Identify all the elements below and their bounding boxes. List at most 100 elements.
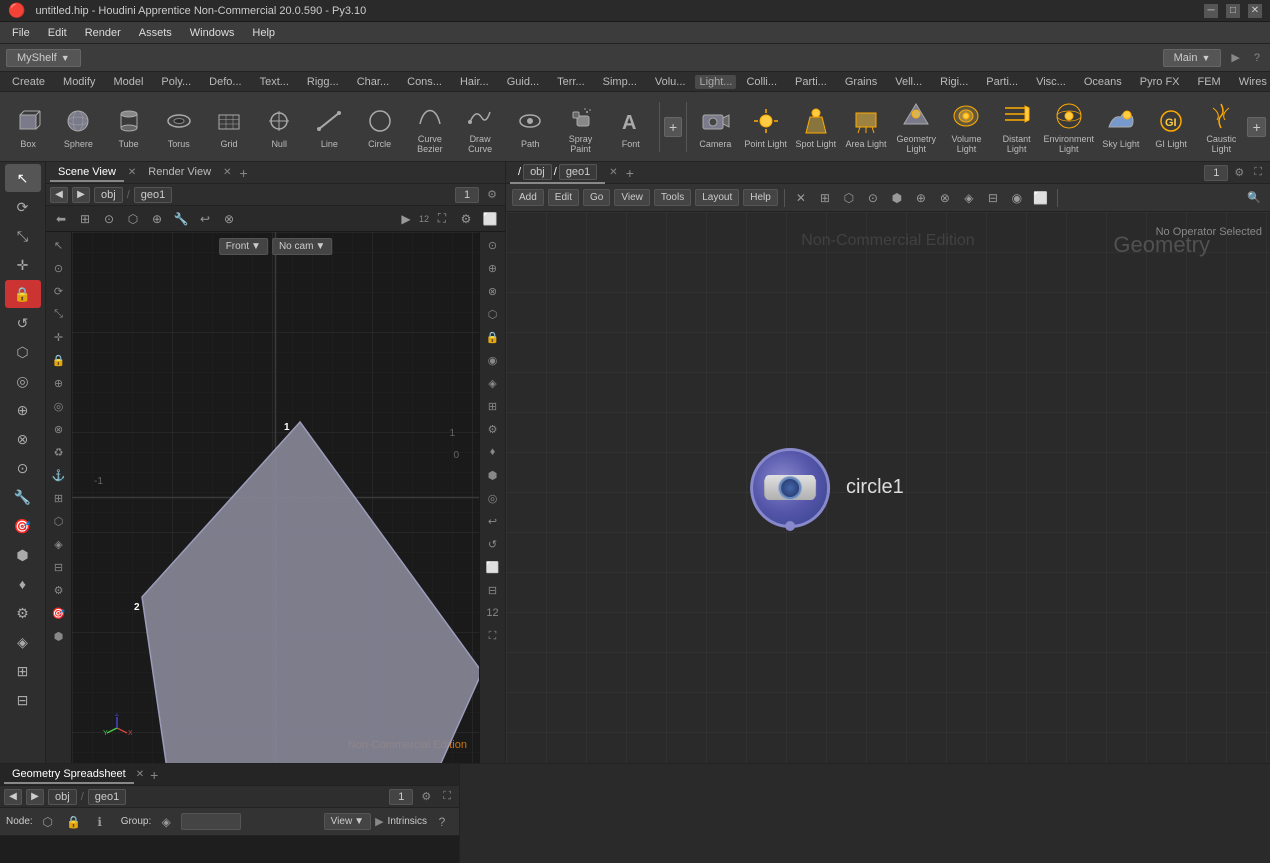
- help-icon[interactable]: ?: [1250, 52, 1264, 64]
- scene-ltool-13[interactable]: ⬡: [48, 510, 70, 532]
- geom-tab-close[interactable]: ✕: [134, 769, 146, 780]
- add-panel-tab[interactable]: +: [235, 165, 251, 181]
- group-input[interactable]: [181, 813, 241, 830]
- tab-render-view[interactable]: Render View: [140, 164, 219, 182]
- intrinsics-arrow[interactable]: ▶: [375, 815, 383, 828]
- tool-geometry-light[interactable]: Geometry Light: [892, 95, 940, 159]
- rt-help-btn[interactable]: Help: [743, 189, 778, 206]
- scene-back-btn[interactable]: ◀: [50, 187, 68, 203]
- view-dropdown[interactable]: View ▼: [324, 813, 371, 830]
- scene-ltool-6[interactable]: 🔒: [48, 349, 70, 371]
- scene-ltool-7[interactable]: ⊕: [48, 372, 70, 394]
- tool-environment-light[interactable]: Environment Light: [1043, 95, 1095, 159]
- scene-ltool-11[interactable]: ⚓: [48, 464, 70, 486]
- sidebar-tool-8[interactable]: ⊕: [5, 396, 41, 424]
- rt-edit-btn[interactable]: Edit: [548, 189, 579, 206]
- tool-circle[interactable]: Circle: [356, 95, 404, 159]
- toolbar-add-btn-2[interactable]: +: [1247, 117, 1266, 137]
- rt-icon-5[interactable]: ⬢: [887, 188, 907, 208]
- sidebar-tool-13[interactable]: ⬢: [5, 541, 41, 569]
- geom-settings-icon[interactable]: ⚙: [417, 788, 435, 805]
- shelf-tab-vell[interactable]: Vell...: [887, 75, 930, 89]
- scene-rtool-17[interactable]: 12: [482, 602, 504, 624]
- scene-rtool-11[interactable]: ⬢: [482, 464, 504, 486]
- node-connect-dot[interactable]: [785, 521, 795, 531]
- sv-icon-2[interactable]: ⊞: [74, 209, 96, 229]
- rt-icon-7[interactable]: ⊗: [935, 188, 955, 208]
- shelf-tab-defo[interactable]: Defo...: [201, 75, 249, 89]
- sidebar-transform-tool[interactable]: ✛: [5, 251, 41, 279]
- shelf-tab-parti[interactable]: Parti...: [787, 75, 835, 89]
- tool-point-light[interactable]: Point Light: [741, 95, 789, 159]
- scene-ltool-5[interactable]: ✛: [48, 326, 70, 348]
- sv-icon-8[interactable]: ⊗: [218, 209, 240, 229]
- scene-rtool-7[interactable]: ◈: [482, 372, 504, 394]
- scene-rtool-9[interactable]: ⚙: [482, 418, 504, 440]
- shelf-tab-hair[interactable]: Hair...: [452, 75, 497, 89]
- sidebar-tool-9[interactable]: ⊗: [5, 425, 41, 453]
- shelf-tab-parti2[interactable]: Parti...: [978, 75, 1026, 89]
- tab-scene-view[interactable]: Scene View: [50, 164, 124, 182]
- toolbar-add-btn-1[interactable]: +: [664, 117, 683, 137]
- rt-layout-btn[interactable]: Layout: [695, 189, 739, 206]
- shelf-tab-model[interactable]: Model: [105, 75, 151, 89]
- tool-draw-curve[interactable]: Draw Curve: [456, 95, 504, 159]
- scene-view-tab-close[interactable]: ✕: [126, 167, 138, 178]
- scene-rtool-10[interactable]: ♦: [482, 441, 504, 463]
- rt-go-btn[interactable]: Go: [583, 189, 610, 206]
- tool-volume-light[interactable]: Volume Light: [942, 95, 990, 159]
- rt-icon-4[interactable]: ⊙: [863, 188, 883, 208]
- tool-box[interactable]: Box: [4, 95, 52, 159]
- menu-render[interactable]: Render: [77, 25, 129, 41]
- scene-ltool-4[interactable]: ⤡: [48, 303, 70, 325]
- scene-rtool-1[interactable]: ⊙: [482, 234, 504, 256]
- sv-collapse[interactable]: ⬜: [479, 209, 501, 229]
- view-mode-button[interactable]: Front ▼: [219, 238, 268, 255]
- circle1-node[interactable]: circle1: [750, 448, 904, 528]
- sv-icon-5[interactable]: ⊕: [146, 209, 168, 229]
- right-path-geo[interactable]: geo1: [559, 164, 597, 180]
- scene-settings-icon[interactable]: ⚙: [483, 186, 501, 203]
- shelf-tab-volu[interactable]: Volu...: [647, 75, 694, 89]
- menu-assets[interactable]: Assets: [131, 25, 180, 41]
- sv-icon-3[interactable]: ⊙: [98, 209, 120, 229]
- sidebar-lock-icon[interactable]: 🔒: [5, 280, 41, 308]
- maximize-button[interactable]: □: [1226, 4, 1240, 18]
- scene-rtool-5[interactable]: 🔒: [482, 326, 504, 348]
- node-lock-btn[interactable]: 🔒: [63, 812, 85, 832]
- scene-viewport[interactable]: 1 2 3 4 Front ▼ No cam ▼: [72, 232, 479, 763]
- rt-add-btn[interactable]: Add: [512, 189, 544, 206]
- rt-icon-2[interactable]: ⊞: [815, 188, 835, 208]
- tool-camera[interactable]: Camera: [691, 95, 739, 159]
- sidebar-tool-14[interactable]: ♦: [5, 570, 41, 598]
- rt-icon-3[interactable]: ⬡: [839, 188, 859, 208]
- rt-icon-6[interactable]: ⊕: [911, 188, 931, 208]
- shelf-tab-light[interactable]: Light...: [695, 75, 736, 89]
- close-button[interactable]: ✕: [1248, 4, 1262, 18]
- scene-ltool-8[interactable]: ◎: [48, 395, 70, 417]
- tool-line[interactable]: Line: [305, 95, 353, 159]
- render-view-tab-close[interactable]: ✕: [221, 167, 233, 178]
- tool-caustic-light[interactable]: Caustic Light: [1197, 95, 1245, 159]
- sv-icon-right[interactable]: ▶: [395, 209, 417, 229]
- camera-button[interactable]: No cam ▼: [272, 238, 332, 255]
- scene-rtool-8[interactable]: ⊞: [482, 395, 504, 417]
- tool-area-light[interactable]: Area Light: [842, 95, 890, 159]
- scene-rtool-4[interactable]: ⬡: [482, 303, 504, 325]
- minimize-button[interactable]: ─: [1204, 4, 1218, 18]
- rt-icon-8[interactable]: ◈: [959, 188, 979, 208]
- shelf-tab-guid[interactable]: Guid...: [499, 75, 547, 89]
- geom-fwd-btn[interactable]: ▶: [26, 789, 44, 805]
- scene-ltool-10[interactable]: ♻: [48, 441, 70, 463]
- scene-ltool-2[interactable]: ⊙: [48, 257, 70, 279]
- shelf-tab-visc[interactable]: Visc...: [1028, 75, 1074, 89]
- scene-ltool-1[interactable]: ↖: [48, 234, 70, 256]
- right-frame[interactable]: 1: [1204, 165, 1228, 181]
- menu-file[interactable]: File: [4, 25, 38, 41]
- geom-path-obj[interactable]: obj: [48, 789, 77, 805]
- rt-view-btn[interactable]: View: [614, 189, 650, 206]
- sv-settings[interactable]: ⚙: [455, 209, 477, 229]
- shelf-tab-grains[interactable]: Grains: [837, 75, 885, 89]
- shelf-tab-text[interactable]: Text...: [252, 75, 297, 89]
- shelf-tab-oceans[interactable]: Oceans: [1076, 75, 1130, 89]
